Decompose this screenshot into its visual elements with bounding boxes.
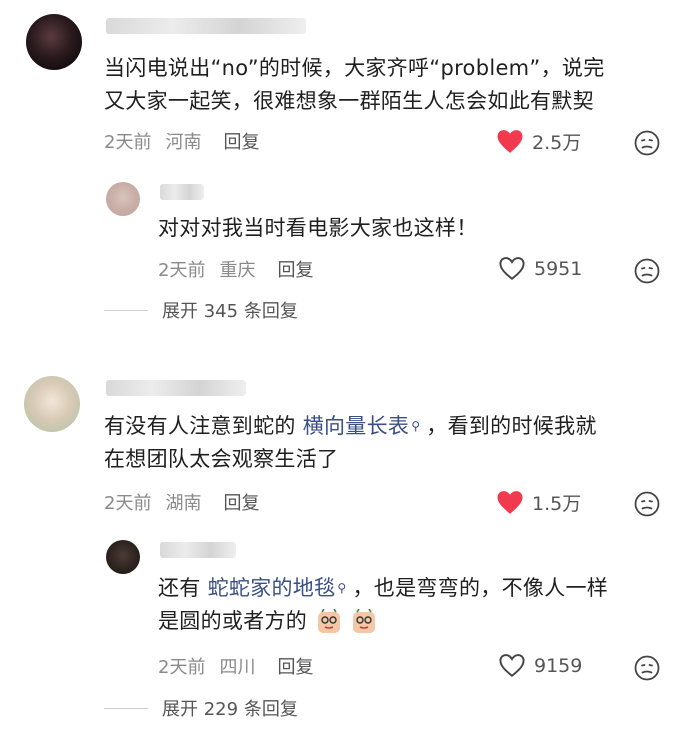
expand-label: 展开 [162,301,198,322]
heart-filled-icon [497,130,523,153]
comment-text-line: 又大家一起笑，很难想象一群陌生人怎会如此有默契 [104,89,594,113]
expand-replies-button[interactable]: 展开 345 条回复 [104,297,298,323]
expand-suffix: 条回复 [243,301,298,322]
search-icon[interactable]: ⚲ [337,572,346,605]
reply-button[interactable]: 回复 [223,132,259,153]
reply-meta: 2天前 四川 回复 [158,653,327,679]
comment-time: 2天前 [104,132,152,153]
like-count: 9159 [534,654,583,677]
reply-like-button[interactable]: 9159 [498,653,582,678]
reply-button[interactable]: 回复 [277,657,313,678]
comment-text-part: ，看到的时候我就 [426,414,597,438]
heart-outline-icon [499,654,525,677]
divider [104,707,148,709]
reply-avatar[interactable] [106,540,140,574]
comment-meta: 2天前 湖南 回复 [104,489,273,515]
dislike-face-icon[interactable] [634,130,660,156]
expand-label: 展开 [162,699,198,720]
avatar[interactable] [24,376,80,432]
reply-text-part: ，也是弯弯的，不像人一样 [352,576,609,600]
reply-meta: 2天前 重庆 回复 [158,256,327,282]
divider [104,309,148,311]
comment-location: 湖南 [165,493,202,514]
reply-text-line: 是圆的或者方的 [158,605,608,638]
reply-like-button[interactable]: 5951 [498,256,582,281]
expand-count: 345 [203,301,239,322]
expand-count: 229 [203,699,239,720]
sticker-emoji [318,609,341,633]
reply-location: 重庆 [219,260,256,281]
reply-text: 对对对我当时看电影大家也这样！ [158,216,478,240]
reply-time: 2天前 [158,260,206,281]
comment-text-line: 当闪电说出“no”的时候，大家齐呼“problem”，说完 [104,56,605,80]
heart-filled-icon [497,491,523,514]
expand-suffix: 条回复 [243,699,298,720]
username-blurred[interactable] [106,18,306,34]
search-link[interactable]: 横向量长表 [303,414,410,438]
comment-text: 当闪电说出“no”的时候，大家齐呼“problem”，说完 又大家一起笑，很难想… [104,52,605,118]
reply-text-line: 还有 蛇蛇家的地毯 ⚲ ，也是弯弯的，不像人一样 [158,572,608,605]
dislike-face-icon[interactable] [634,258,660,284]
dislike-face-icon[interactable] [634,491,660,517]
expand-replies-button[interactable]: 展开 229 条回复 [104,695,298,721]
like-count: 5951 [534,257,583,280]
like-button[interactable]: 1.5万 [496,489,581,516]
reply-location: 四川 [219,657,256,678]
search-link[interactable]: 蛇蛇家的地毯 [208,576,336,600]
comment-text-line: 在想团队太会观察生活了 [104,447,339,471]
dislike-face-icon[interactable] [634,655,660,681]
comment-text-part: 有没有人注意到蛇的 [104,414,296,438]
reply-time: 2天前 [158,657,206,678]
reply-button[interactable]: 回复 [277,260,313,281]
comment-time: 2天前 [104,493,152,514]
comment-location: 河南 [165,132,202,153]
reply-avatar[interactable] [106,182,140,216]
comment-text-line: 有没有人注意到蛇的 横向量长表 ⚲ ，看到的时候我就 [104,410,597,443]
reply-username-blurred[interactable] [160,542,236,558]
search-icon[interactable]: ⚲ [411,410,420,443]
reply-text: 还有 蛇蛇家的地毯 ⚲ ，也是弯弯的，不像人一样 是圆的或者方的 [158,572,608,638]
comment-text: 有没有人注意到蛇的 横向量长表 ⚲ ，看到的时候我就 在想团队太会观察生活了 [104,410,597,476]
like-count: 1.5万 [532,493,582,515]
comment-meta: 2天前 河南 回复 [104,128,273,154]
reply-username-blurred[interactable] [160,184,204,200]
like-count: 2.5万 [532,132,582,154]
avatar[interactable] [26,14,82,70]
username-blurred[interactable] [106,380,246,396]
reply-text-part: 是圆的或者方的 [158,609,308,633]
reply-button[interactable]: 回复 [223,493,259,514]
heart-outline-icon [499,257,525,280]
reply-text-part: 还有 [158,576,201,600]
sticker-emoji [353,609,376,633]
like-button[interactable]: 2.5万 [496,128,581,155]
